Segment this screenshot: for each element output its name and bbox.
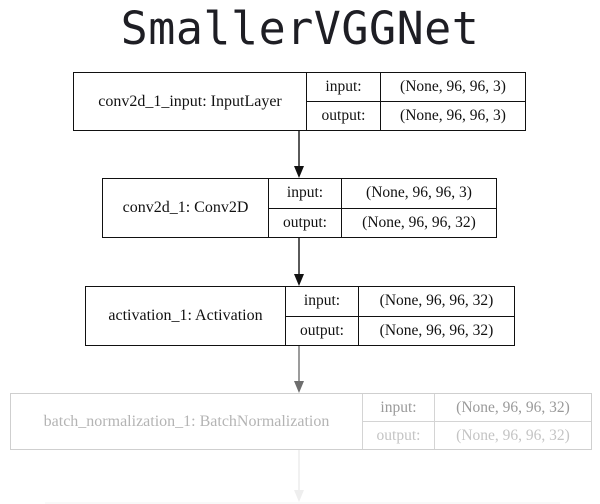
arrowhead-icon — [294, 274, 304, 286]
node-label: batch_normalization_1: BatchNormalizatio… — [11, 394, 363, 449]
input-key: input: — [307, 73, 381, 101]
input-shape: (None, 96, 96, 3) — [400, 78, 506, 95]
input-shape: (None, 96, 96, 32) — [379, 292, 494, 310]
input-shape: (None, 96, 96, 3) — [366, 184, 472, 202]
edge-2 — [294, 238, 304, 286]
output-key: output: — [269, 208, 342, 237]
node-conv2d: conv2d_1: Conv2D input: (None, 96, 96, 3)… — [102, 178, 497, 238]
node-activation: activation_1: Activation input: (None, 96… — [85, 286, 515, 346]
edge-1 — [294, 131, 304, 178]
output-key: output: — [307, 102, 381, 130]
input-shape: (None, 96, 96, 32) — [456, 398, 570, 416]
arrowhead-icon — [294, 166, 304, 178]
input-key: input: — [363, 394, 435, 421]
edge-3 — [294, 346, 304, 393]
arrowhead-icon — [294, 490, 304, 502]
node-input-layer: conv2d_1_input: InputLayer input: (None, … — [73, 72, 526, 131]
edge-4 — [294, 450, 304, 502]
arrowhead-icon — [294, 381, 304, 393]
input-key: input: — [269, 179, 342, 208]
output-shape: (None, 96, 96, 3) — [400, 107, 506, 124]
node-batch-normalization: batch_normalization_1: BatchNormalizatio… — [10, 393, 592, 450]
node-label: conv2d_1_input: InputLayer — [74, 73, 307, 130]
output-key: output: — [363, 422, 435, 449]
output-shape: (None, 96, 96, 32) — [456, 426, 570, 444]
output-key: output: — [286, 316, 359, 345]
input-key: input: — [286, 287, 359, 316]
node-label: activation_1: Activation — [86, 287, 286, 345]
output-shape: (None, 96, 96, 32) — [379, 321, 494, 339]
output-shape: (None, 96, 96, 32) — [362, 213, 476, 231]
node-label: conv2d_1: Conv2D — [103, 179, 269, 237]
